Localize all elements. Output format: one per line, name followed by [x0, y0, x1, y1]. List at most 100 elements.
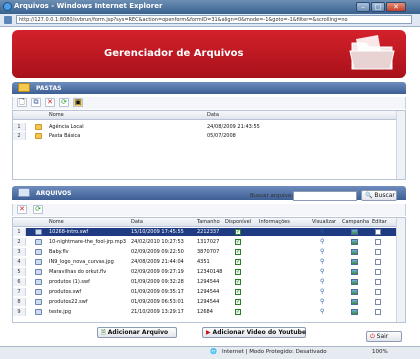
available-checkbox[interactable]: ✓ [235, 229, 241, 235]
campaign-icon[interactable] [351, 249, 358, 255]
edit-icon[interactable] [375, 269, 381, 275]
edit-icon[interactable] [375, 229, 381, 235]
arquivos-table: Nome Data Tamanho Disponível Informações… [12, 217, 406, 323]
file-icon [35, 259, 42, 265]
delete-folder-icon[interactable]: ✕ [45, 98, 55, 107]
edit-icon[interactable] [375, 299, 381, 305]
campaign-icon[interactable] [351, 239, 358, 245]
files-col-nome[interactable]: Nome [49, 219, 64, 225]
pastas-col-data[interactable]: Data [207, 112, 219, 118]
file-name[interactable]: produtos.swf [49, 288, 81, 296]
exit-label: Sair [376, 333, 389, 340]
pastas-toolbar: 🗋 ⧉ ✕ ⟳ ▣ [12, 97, 406, 109]
folder-name[interactable]: Agência Local [49, 123, 84, 131]
folder-icon [35, 124, 42, 130]
files-col-campanha[interactable]: Campanha [342, 219, 369, 225]
row-number: 7 [13, 288, 26, 296]
arquivos-scrollbar[interactable] [396, 218, 405, 322]
add-file-button[interactable]: 🗎 Adicionar Arquivo [97, 327, 177, 338]
url-field[interactable]: http://127.0.0.1:8080/svbrun/form.jsp?sy… [16, 15, 412, 24]
files-col-tamanho[interactable]: Tamanho [197, 219, 220, 225]
file-name[interactable]: Baby.flv [49, 248, 69, 256]
file-icon [35, 269, 42, 275]
table-row[interactable]: 5 Maravilhas do orkut.flv 02/09/2009 09:27… [13, 268, 405, 276]
delete-file-icon[interactable]: ✕ [17, 205, 27, 214]
file-icon [35, 289, 42, 295]
file-name[interactable]: IN9_logo_nova_curvas.jpg [49, 258, 114, 266]
refresh-files-icon[interactable]: ⟳ [33, 205, 43, 214]
preview-icon[interactable]: ⚲ [320, 309, 326, 315]
table-row[interactable]: 1 10268-intro.swf 15/10/2009 17:45:55 22123… [13, 228, 405, 236]
available-checkbox[interactable]: ✓ [235, 279, 241, 285]
available-checkbox[interactable]: ✓ [235, 299, 241, 305]
files-col-editar[interactable]: Editar [372, 219, 387, 225]
file-name[interactable]: Maravilhas do orkut.flv [49, 268, 106, 276]
files-col-visualizar[interactable]: Visualizar [312, 219, 336, 225]
table-row[interactable]: 8 produtos22.swf 01/09/2009 06:53:01 129454… [13, 298, 405, 306]
add-youtube-video-button[interactable]: ▶ Adicionar Video do Youtube [202, 327, 306, 338]
available-checkbox[interactable]: ✓ [235, 289, 241, 295]
table-row[interactable]: 7 produtos.swf 01/09/2009 09:35:17 1294544 ✓… [13, 288, 405, 296]
file-name[interactable]: produtos22.swf [49, 298, 88, 306]
file-date: 01/09/2009 06:53:01 [131, 299, 184, 305]
edit-icon[interactable] [375, 239, 381, 245]
table-row[interactable]: 6 produtos (1).swf 01/09/2009 09:32:28 1294… [13, 278, 405, 286]
preview-icon[interactable]: ⚲ [320, 289, 326, 295]
table-row[interactable]: 4 IN9_logo_nova_curvas.jpg 24/08/2009 21:4… [13, 258, 405, 266]
close-window-button[interactable]: ✕ [386, 2, 406, 12]
pastas-scrollbar[interactable] [396, 111, 405, 179]
file-name[interactable]: produtos (1).swf [49, 278, 90, 286]
table-row[interactable]: 3 Baby.flv 02/09/2009 09:22:50 3870707 ✓ ⚲ [13, 248, 405, 256]
preview-icon[interactable]: ⚲ [320, 299, 326, 305]
copy-folder-icon[interactable]: ⧉ [31, 98, 41, 107]
add-youtube-video-label: Adicionar Video do Youtube [212, 329, 307, 336]
file-name[interactable]: 10268-intro.swf [49, 228, 88, 236]
edit-icon[interactable] [375, 249, 381, 255]
edit-icon[interactable] [375, 279, 381, 285]
search-input[interactable] [293, 191, 357, 201]
available-checkbox[interactable]: ✓ [235, 269, 241, 275]
files-col-data[interactable]: Data [131, 219, 143, 225]
minimize-button[interactable]: – [356, 2, 370, 12]
files-col-disponivel[interactable]: Disponível [225, 219, 251, 225]
campaign-icon[interactable] [351, 309, 358, 315]
preview-icon[interactable]: ⚲ [320, 259, 326, 265]
preview-icon[interactable]: ⚲ [320, 269, 326, 275]
preview-icon[interactable]: ⚲ [320, 239, 326, 245]
maximize-button[interactable]: □ [371, 2, 385, 12]
campaign-icon[interactable] [351, 299, 358, 305]
open-folder-icon[interactable]: ▣ [73, 98, 83, 107]
preview-icon[interactable]: ⚲ [320, 249, 326, 255]
edit-icon[interactable] [375, 309, 381, 315]
edit-icon[interactable] [375, 259, 381, 265]
table-row[interactable]: 2 10-nightmare-the_fool-jrp.mp3 24/02/2010… [13, 238, 405, 246]
zoom-level[interactable]: 100% [372, 347, 388, 358]
available-checkbox[interactable]: ✓ [235, 259, 241, 265]
available-checkbox[interactable]: ✓ [235, 249, 241, 255]
file-name[interactable]: 10-nightmare-the_fool-jrp.mp3 [49, 238, 126, 246]
file-name[interactable]: teste.jpg [49, 308, 71, 316]
refresh-folder-icon[interactable]: ⟳ [59, 98, 69, 107]
campaign-icon[interactable] [351, 279, 358, 285]
folder-name[interactable]: Pasta Básica [49, 132, 80, 140]
table-row[interactable]: 2 Pasta Básica 05/07/2008 [13, 132, 405, 140]
campaign-icon[interactable] [351, 229, 358, 235]
edit-icon[interactable] [375, 289, 381, 295]
preview-icon[interactable]: ⚲ [320, 229, 326, 235]
campaign-icon[interactable] [351, 259, 358, 265]
table-row[interactable]: 9 teste.jpg 21/10/2009 13:29:17 12684 ✓ ⚲ [13, 308, 405, 316]
campaign-icon[interactable] [351, 289, 358, 295]
campaign-icon[interactable] [351, 269, 358, 275]
page-title: Gerenciador de Arquivos [104, 48, 244, 59]
row-number: 9 [13, 308, 26, 316]
exit-button[interactable]: ⏻ Sair [366, 331, 402, 342]
table-row[interactable]: 1 Agência Local 24/08/2009 21:43:55 [13, 123, 405, 131]
available-checkbox[interactable]: ✓ [235, 309, 241, 315]
row-number: 4 [13, 258, 26, 266]
preview-icon[interactable]: ⚲ [320, 279, 326, 285]
new-folder-icon[interactable]: 🗋 [17, 98, 27, 107]
files-col-informacoes[interactable]: Informações [259, 219, 290, 225]
pastas-col-nome[interactable]: Nome [49, 112, 64, 118]
available-checkbox[interactable]: ✓ [235, 239, 241, 245]
search-button[interactable]: 🔍 Buscar [361, 190, 397, 201]
